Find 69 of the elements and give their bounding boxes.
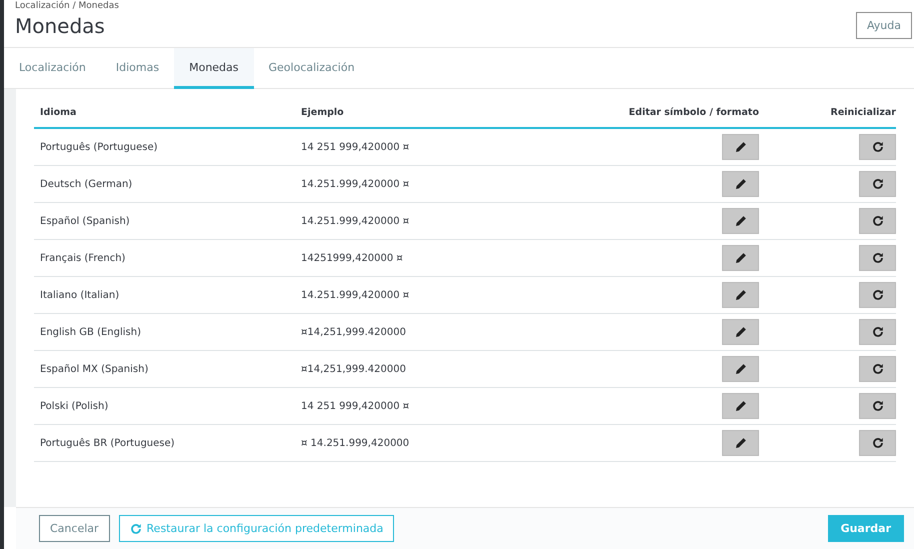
refresh-icon xyxy=(872,400,884,412)
edit-button[interactable] xyxy=(722,245,759,271)
reset-button[interactable] xyxy=(859,171,896,197)
column-header: Editar símbolo / formato xyxy=(628,106,759,118)
restore-defaults-button[interactable]: Restaurar la configuración predeterminada xyxy=(118,515,394,542)
refresh-icon xyxy=(872,215,884,227)
pencil-icon xyxy=(734,289,746,301)
tab[interactable]: Idiomas xyxy=(100,48,174,89)
tab[interactable]: Localización xyxy=(4,48,101,89)
pencil-icon xyxy=(734,215,746,227)
edit-button[interactable] xyxy=(722,282,759,308)
reset-button[interactable] xyxy=(859,430,896,456)
edit-button[interactable] xyxy=(722,430,759,456)
reset-button[interactable] xyxy=(859,393,896,419)
pencil-icon xyxy=(734,400,746,412)
page-title: Monedas xyxy=(15,12,105,38)
table-cell-text: Deutsch (German) xyxy=(40,178,134,190)
table-cell-text: 14251999,420000 ¤ xyxy=(301,252,404,264)
refresh-icon xyxy=(872,141,884,153)
reset-button[interactable] xyxy=(859,356,896,382)
cancel-button[interactable]: Cancelar xyxy=(39,515,110,542)
column-header: Ejemplo xyxy=(301,106,345,118)
edit-button[interactable] xyxy=(722,356,759,382)
reset-button[interactable] xyxy=(859,319,896,345)
edit-button[interactable] xyxy=(722,393,759,419)
edit-button[interactable] xyxy=(722,208,759,234)
table-cell-text: Português (Portuguese) xyxy=(40,142,159,152)
tab[interactable]: Monedas xyxy=(174,48,254,89)
help-button[interactable]: Ayuda xyxy=(856,12,912,39)
table-cell-text: English GB (English) xyxy=(40,326,142,338)
table-cell-text: Français (French) xyxy=(40,252,126,264)
refresh-icon xyxy=(872,178,884,190)
column-header: Reinicializar xyxy=(830,106,896,118)
table-cell-text: 14.251.999,420000 ¤ xyxy=(301,178,410,190)
breadcrumb: Localización / Monedas xyxy=(15,1,119,12)
pencil-icon xyxy=(734,141,746,153)
reset-button[interactable] xyxy=(859,134,896,160)
table-cell-text: Polski (Polish) xyxy=(40,400,110,412)
table-cell-text: Español (Spanish) xyxy=(40,216,131,226)
edit-button[interactable] xyxy=(722,134,759,160)
column-header: Idioma xyxy=(40,106,78,118)
reset-button[interactable] xyxy=(859,208,896,234)
pencil-icon xyxy=(734,178,746,190)
table-cell-text: 14.251.999,420000 ¤ xyxy=(301,290,410,300)
edit-button[interactable] xyxy=(722,319,759,345)
pencil-icon xyxy=(734,437,746,449)
table-cell-text: 14 251 999,420000 ¤ xyxy=(301,142,410,152)
table-cell-text: ¤14,251,999.420000 xyxy=(301,326,407,338)
pencil-icon xyxy=(734,252,746,264)
refresh-icon xyxy=(872,363,884,375)
pencil-icon xyxy=(734,326,746,338)
table-cell-text: ¤ 14.251.999,420000 xyxy=(301,438,410,448)
tab[interactable]: Geolocalización xyxy=(254,48,370,89)
table-cell-text: ¤14,251,999.420000 xyxy=(301,364,407,374)
reset-button[interactable] xyxy=(859,282,896,308)
table-cell-text: Español MX (Spanish) xyxy=(40,364,150,374)
save-button[interactable]: Guardar xyxy=(828,515,904,542)
edit-button[interactable] xyxy=(722,171,759,197)
refresh-icon xyxy=(872,437,884,449)
table-cell-text: 14 251 999,420000 ¤ xyxy=(301,400,410,412)
table-cell-text: Português BR (Portuguese) xyxy=(40,438,176,448)
pencil-icon xyxy=(734,363,746,375)
table-cell-text: 14.251.999,420000 ¤ xyxy=(301,216,410,226)
table-cell-text: Italiano (Italian) xyxy=(40,290,120,300)
refresh-icon xyxy=(872,252,884,264)
refresh-icon xyxy=(872,326,884,338)
reset-button[interactable] xyxy=(859,245,896,271)
refresh-icon xyxy=(130,522,142,534)
refresh-icon xyxy=(872,289,884,301)
